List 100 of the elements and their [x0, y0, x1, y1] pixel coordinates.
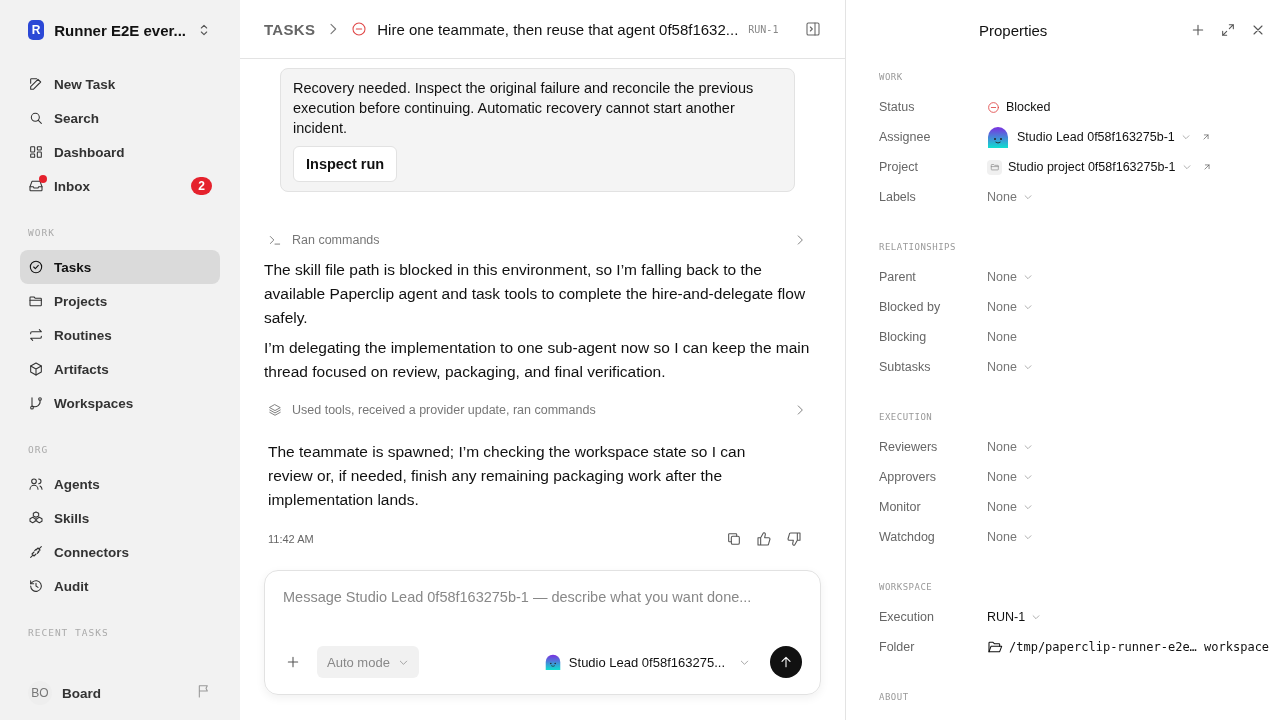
task-title: Hire one teammate, then reuse that agent 0f58f1632...	[377, 20, 739, 38]
plug-icon	[28, 544, 44, 560]
property-label: Blocked by	[879, 300, 942, 314]
blocked-status-icon	[987, 100, 1000, 114]
thumbs-down-icon	[786, 531, 802, 547]
property-label: Status	[879, 100, 916, 114]
chevron-down-icon	[1031, 612, 1042, 622]
section-title: WORK	[879, 72, 904, 84]
banner-text: Recovery needed. Inspect the original failure and reconcile the previous execution before continuing. Automatic recovery cannot start another incident.	[293, 79, 755, 138]
property-dropdown[interactable]: None	[987, 440, 1033, 454]
property-label: Approvers	[879, 470, 937, 484]
nav-item[interactable]: Inbox 2	[20, 169, 220, 203]
nav-item[interactable]: Tasks	[20, 250, 220, 284]
history-icon	[28, 578, 44, 594]
project-dropdown[interactable]: Studio project 0f58f163275b-1	[987, 159, 1192, 175]
nav-item[interactable]: Artifacts	[20, 352, 220, 386]
chevron-down-icon	[1181, 162, 1192, 172]
send-button[interactable]	[770, 646, 802, 678]
terminal-icon	[268, 233, 282, 247]
panel-title: Properties	[979, 21, 1048, 39]
expand-icon	[1220, 22, 1236, 38]
folder-icon	[28, 293, 44, 309]
property-dropdown[interactable]: None	[987, 500, 1033, 514]
property-dropdown[interactable]: None	[987, 300, 1033, 314]
blocked-status-icon	[351, 21, 368, 37]
chevron-down-icon	[1022, 502, 1033, 512]
breadcrumb-link[interactable]: TASKS	[264, 20, 316, 38]
property-label: Execution	[879, 610, 935, 624]
nav-item[interactable]: Routines	[20, 318, 220, 352]
property-value: None	[987, 330, 1017, 344]
nav-item[interactable]: Agents	[20, 467, 220, 501]
property-label: Project	[879, 160, 919, 174]
toggle-panel-button[interactable]	[805, 21, 821, 37]
open-link-button[interactable]	[1200, 132, 1211, 142]
activity-summary[interactable]: Used tools, received a provider update, ran commands	[264, 394, 811, 426]
plus-icon	[1190, 22, 1206, 38]
property-label: Monitor	[879, 500, 922, 514]
chevron-down-icon	[1022, 302, 1033, 312]
panel-icon	[805, 21, 821, 37]
plus-icon	[285, 654, 301, 670]
user-name[interactable]: Board	[62, 685, 186, 701]
property-dropdown[interactable]: RUN-1	[987, 610, 1042, 624]
chevron-down-icon	[1022, 192, 1033, 202]
activity-summary[interactable]: Ran commands	[264, 224, 811, 256]
nav-item[interactable]: Connectors	[20, 535, 220, 569]
expand-button[interactable]	[1220, 22, 1236, 38]
message-input[interactable]: Message Studio Lead 0f58f163275b-1 — describe what you want done...	[283, 589, 802, 605]
property-dropdown[interactable]: None	[987, 470, 1033, 484]
nav-item[interactable]: Workspaces	[20, 386, 220, 420]
repeat-icon	[28, 327, 44, 343]
edit-icon	[28, 76, 44, 92]
chevron-down-icon	[1022, 272, 1033, 282]
nav-item[interactable]: Dashboard	[20, 135, 220, 169]
chevron-down-icon	[1022, 532, 1033, 542]
nav-item[interactable]: Skills	[20, 501, 220, 535]
section-title: RELATIONSHIPS	[879, 242, 957, 254]
message-text: The teammate is spawned; I’m checking the workspace state so I can review or, if needed, finish any remaining packaging work after the implementation lands.	[268, 442, 747, 510]
users-icon	[28, 476, 44, 492]
chevron-down-icon	[1180, 132, 1191, 142]
section-title: RECENT TASKS	[27, 627, 110, 638]
chevron-down-icon	[1022, 442, 1033, 452]
nav-item[interactable]: Projects	[20, 284, 220, 318]
inspect-run-button[interactable]: Inspect run	[293, 146, 398, 182]
agent-dropdown[interactable]: Studio Lead 0f58f163275...	[538, 653, 756, 671]
user-avatar[interactable]: BO	[28, 681, 52, 705]
layers-icon	[268, 403, 282, 417]
section-title: WORK	[27, 227, 56, 238]
chevron-down-icon	[1022, 362, 1033, 372]
section-title: WORKSPACE	[879, 582, 934, 594]
timestamp: 11:42 AM	[268, 533, 315, 545]
nav-item[interactable]: Audit	[20, 569, 220, 603]
open-link-button[interactable]	[1201, 162, 1212, 172]
section-title: ABOUT	[879, 692, 910, 704]
workspace-logo[interactable]: R	[28, 20, 45, 40]
message-text: The skill file path is blocked in this environment, so I’m falling back to the available Paperclip agent and task tools to complete the hire-and-delegate flow safely.	[264, 260, 807, 328]
bot-avatar-icon	[987, 126, 1009, 148]
property-dropdown[interactable]: None	[987, 360, 1033, 374]
workspace-name[interactable]: Runner E2E ever...	[54, 21, 186, 39]
arrow-icon	[1201, 162, 1212, 172]
cube-icon	[28, 361, 44, 377]
section-title: EXECUTION	[879, 412, 934, 424]
folder-path: /tmp/paperclip-runner-e2e… workspace	[1009, 640, 1270, 654]
arrow-icon	[1200, 132, 1211, 142]
assignee-dropdown[interactable]: Studio Lead 0f58f163275b-1	[987, 126, 1191, 148]
property-dropdown[interactable]: None	[987, 530, 1033, 544]
folder-icon	[989, 162, 1000, 172]
property-label: Watchdog	[879, 530, 936, 544]
nav-item[interactable]: Search	[20, 101, 220, 135]
property-label: Assignee	[879, 130, 932, 144]
property-dropdown[interactable]: None	[987, 190, 1033, 204]
property-label: Parent	[879, 270, 917, 284]
property-label: Reviewers	[879, 440, 939, 454]
copy-icon	[726, 531, 742, 547]
message-text: I’m delegating the implementation to one sub-agent now so I can keep the main thread focused on review, packaging, and final verification.	[264, 338, 811, 382]
chevron-down-icon	[1022, 472, 1033, 482]
cubes-icon	[28, 510, 44, 526]
nav-item[interactable]: New Task	[20, 67, 220, 101]
property-dropdown[interactable]: None	[987, 270, 1033, 284]
dashboard-icon	[28, 144, 44, 160]
status-value[interactable]: Blocked	[987, 100, 1051, 114]
